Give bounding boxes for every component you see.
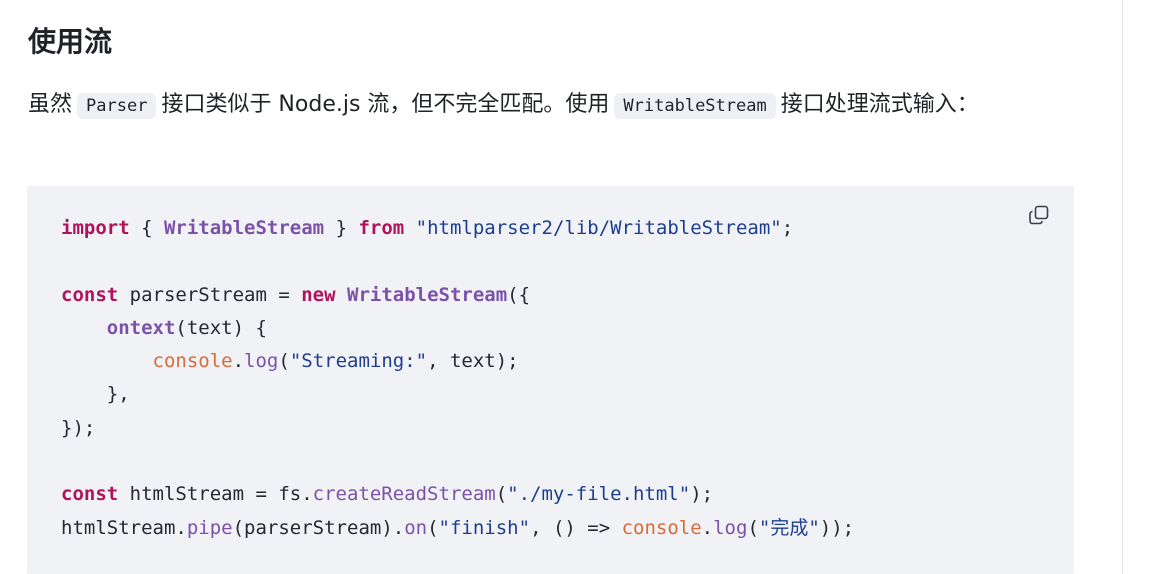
code-token: ({ bbox=[507, 283, 531, 306]
code-token-string: "finish" bbox=[438, 516, 531, 539]
code-token-string: "htmlparser2/lib/WritableStream" bbox=[415, 217, 782, 239]
intro-paragraph: 虽然 Parser 接口类似于 Node.js 流，但不完全匹配。使用 Writabl… bbox=[28, 86, 1038, 125]
code-token: . bbox=[232, 350, 245, 373]
code-token-function: ontext bbox=[106, 316, 176, 339]
code-token-class: WritableStream bbox=[347, 283, 508, 306]
code-token-keyword: import bbox=[61, 217, 130, 239]
code-line: import { WritableStream } from "htmlpars… bbox=[61, 212, 854, 245]
code-line: const parserStream = new WritableStream(… bbox=[61, 279, 854, 312]
code-token: }); bbox=[61, 416, 96, 439]
scrollbar-divider bbox=[1122, 0, 1123, 574]
code-token-function: log bbox=[244, 350, 279, 373]
code-token: (text) { bbox=[175, 316, 267, 339]
code-token: htmlStream = fs. bbox=[118, 483, 313, 506]
code-token: htmlStream bbox=[61, 516, 176, 539]
code-token: ( bbox=[495, 483, 508, 506]
code-token: { bbox=[129, 217, 164, 239]
code-token: ( bbox=[747, 516, 759, 539]
code-token-class: WritableStream bbox=[163, 217, 325, 239]
code-line: const htmlStream = fs.createReadStream("… bbox=[61, 478, 854, 511]
code-token-function: createReadStream bbox=[312, 483, 496, 506]
para-text-2: 接口类似于 Node.js 流，但不完全匹配。使用 bbox=[161, 92, 610, 117]
code-token: ); bbox=[690, 483, 714, 506]
code-line: }, bbox=[61, 378, 854, 411]
copy-button[interactable] bbox=[1024, 200, 1054, 230]
code-token-function: on bbox=[404, 516, 428, 539]
code-token: } bbox=[324, 217, 359, 239]
code-token: , () => bbox=[530, 516, 622, 539]
code-line: }); bbox=[61, 412, 854, 445]
code-token: ; bbox=[781, 217, 794, 239]
code-line: console.log("Streaming:", text); bbox=[61, 345, 854, 378]
inline-code-parser: Parser bbox=[77, 93, 157, 119]
section-heading: 使用流 bbox=[28, 25, 113, 58]
code-token-string: "完成" bbox=[758, 516, 820, 539]
code-token-keyword: from bbox=[358, 217, 405, 239]
code-token-object: console bbox=[621, 516, 702, 539]
inline-code-writablestream: WritableStream bbox=[614, 93, 776, 119]
code-token: . bbox=[175, 516, 187, 539]
para-text-1: 虽然 bbox=[28, 92, 73, 117]
code-token-function: pipe bbox=[186, 516, 233, 539]
code-block: import { WritableStream } from "htmlpars… bbox=[27, 186, 1074, 574]
code-token-keyword: new bbox=[301, 283, 336, 306]
code-token: parserStream = bbox=[118, 283, 302, 306]
code-token-keyword: const bbox=[61, 283, 119, 306]
code-token: ( bbox=[427, 516, 439, 539]
code-token-object: console bbox=[152, 350, 233, 373]
para-text-3: 接口处理流式输入： bbox=[780, 92, 979, 117]
code-token-string: "./my-file.html" bbox=[507, 483, 691, 506]
code-token: , text); bbox=[427, 350, 519, 373]
code-token: )); bbox=[819, 516, 855, 539]
code-token-keyword: const bbox=[61, 483, 119, 506]
code-line: htmlStream.pipe(parserStream).on("finish… bbox=[61, 512, 854, 545]
code-token: (parserStream). bbox=[232, 516, 405, 539]
copy-icon bbox=[1029, 205, 1049, 225]
code-token: ( bbox=[278, 350, 290, 373]
code-content: import { WritableStream } from "htmlpars… bbox=[61, 212, 854, 545]
code-token-string: "Streaming:" bbox=[289, 350, 428, 373]
code-token: }, bbox=[106, 383, 130, 406]
code-line: ontext(text) { bbox=[61, 312, 854, 345]
code-token: . bbox=[701, 516, 714, 539]
code-token-function: log bbox=[713, 516, 748, 539]
